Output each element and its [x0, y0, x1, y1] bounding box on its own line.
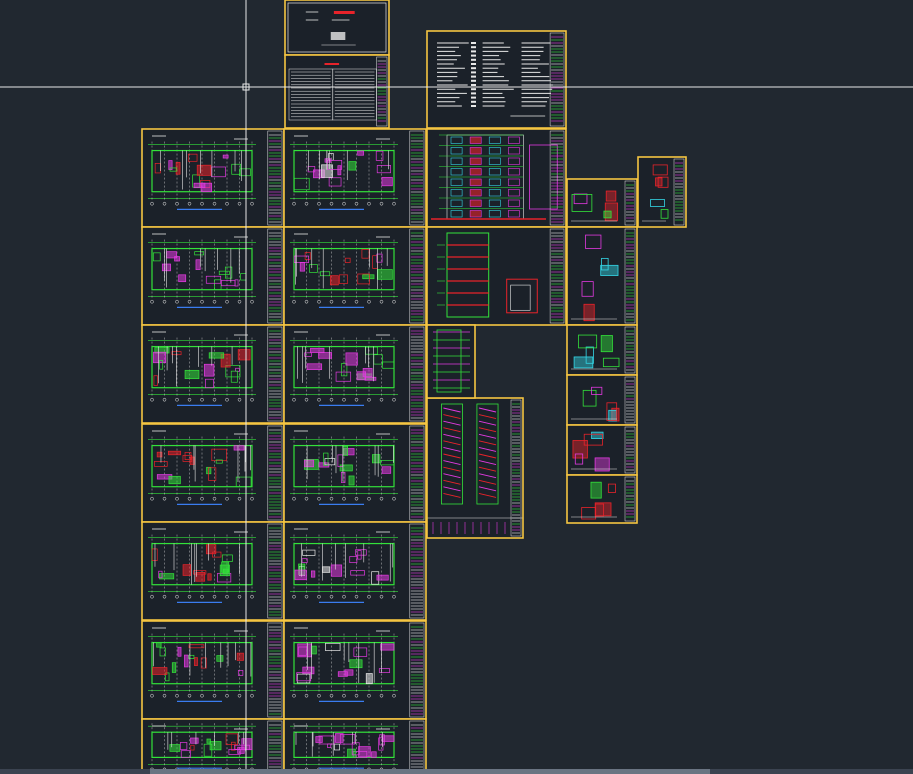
sheet-plan-7-right[interactable] [283, 718, 427, 774]
sheet-detail-5[interactable] [566, 374, 638, 426]
sheet-cover-sheet[interactable] [284, 0, 390, 56]
sheet-plan-5-left[interactable] [141, 521, 285, 621]
sheet-plan-2-left[interactable] [141, 226, 285, 326]
sheet-plan-6-right[interactable] [283, 620, 427, 720]
sheet-plan-4-right[interactable] [283, 423, 427, 523]
sheet-section-a[interactable] [426, 226, 567, 326]
sheet-plan-2-right[interactable] [283, 226, 427, 326]
sheet-plan-3-right[interactable] [283, 324, 427, 424]
sheet-detail-4[interactable] [566, 324, 638, 376]
sheet-plan-3-left[interactable] [141, 324, 285, 424]
sheet-plan-7-left[interactable] [141, 718, 285, 774]
sheet-elevation-front[interactable] [426, 128, 567, 228]
sheet-detail-2[interactable] [637, 156, 687, 228]
sheet-detail-1[interactable] [566, 178, 638, 228]
drawing-canvas[interactable] [0, 0, 913, 774]
sheet-drawing-index[interactable] [284, 54, 390, 129]
sheet-plan-6-left[interactable] [141, 620, 285, 720]
sheet-plan-1-left[interactable] [141, 128, 285, 228]
horizontal-scrollbar[interactable] [0, 769, 913, 774]
sheet-plan-5-right[interactable] [283, 521, 427, 621]
sheet-stair-sections[interactable] [426, 397, 524, 539]
sheet-detail-7[interactable] [566, 474, 638, 524]
scrollbar-thumb[interactable] [150, 769, 710, 774]
sheet-general-notes[interactable] [426, 30, 567, 129]
sheet-detail-6[interactable] [566, 424, 638, 476]
sheet-plan-4-left[interactable] [141, 423, 285, 523]
sheet-stair-partial[interactable] [426, 324, 476, 399]
sheet-plan-1-right[interactable] [283, 128, 427, 228]
sheet-detail-3[interactable] [566, 226, 638, 326]
